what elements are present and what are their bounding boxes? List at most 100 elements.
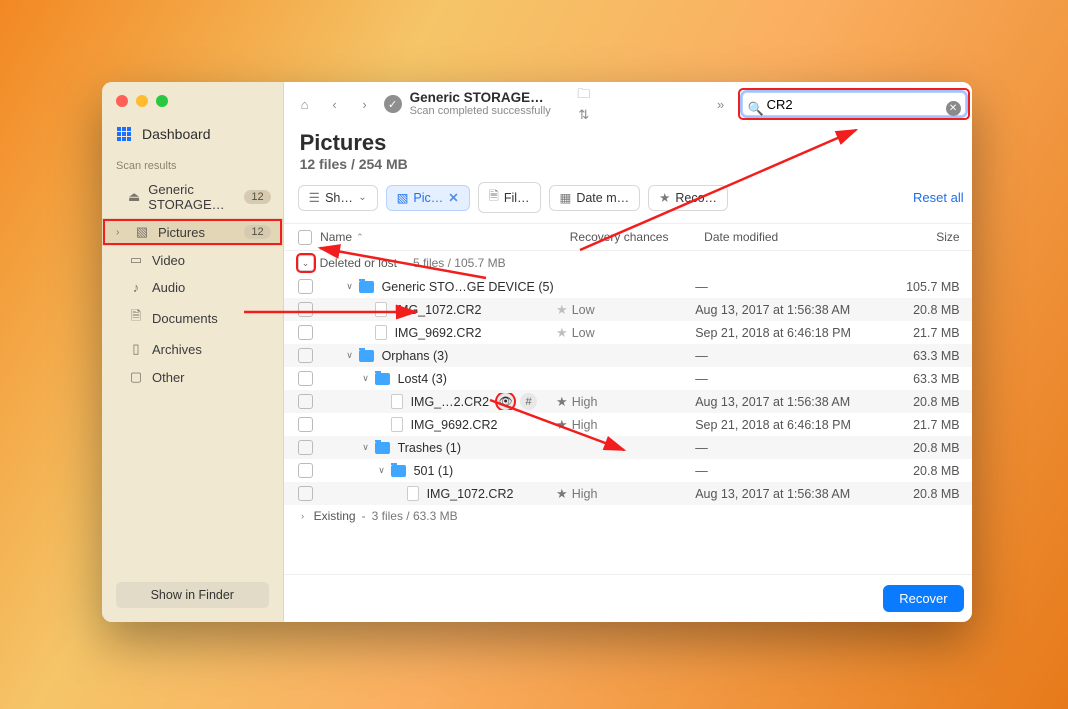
group-expand-toggle[interactable]: ⌄ xyxy=(298,255,314,271)
select-all-checkbox[interactable] xyxy=(298,230,312,245)
table-row[interactable]: ∨501 (1)—20.8 MB xyxy=(284,459,972,482)
group-existing-meta: 3 files / 63.3 MB xyxy=(372,509,458,523)
pictures-badge: 12 xyxy=(244,225,270,239)
row-checkbox[interactable] xyxy=(298,302,313,317)
table-row[interactable]: ∨Generic STO…GE DEVICE (5)—105.7 MB xyxy=(284,275,972,298)
filter-pictures-chip[interactable]: ▧ Pic… ✕ xyxy=(386,185,470,211)
row-checkbox[interactable] xyxy=(298,440,313,455)
row-size: 20.8 MB xyxy=(884,395,964,409)
sidebar-section-label: Scan results xyxy=(102,154,283,176)
table-row[interactable]: IMG_9692.CR2★LowSep 21, 2018 at 6:46:18 … xyxy=(284,321,972,344)
remove-filter-icon[interactable]: ✕ xyxy=(448,190,458,205)
sidebar-item-pictures[interactable]: › ▧ Pictures 12 xyxy=(102,218,283,246)
row-name: IMG_9692.CR2 xyxy=(411,418,498,432)
preview-icon[interactable]: 👁 xyxy=(497,393,514,410)
group-deleted-row[interactable]: ⌄ Deleted or lost - 5 files / 105.7 MB xyxy=(284,251,972,275)
file-icon xyxy=(375,302,387,317)
sidebar-item-audio[interactable]: ♪ Audio xyxy=(102,274,283,301)
filter-recovery-button[interactable]: ★ Reco… xyxy=(648,185,728,211)
file-icon xyxy=(391,417,403,432)
search-annotation-box: 🔍 ✕ xyxy=(740,90,968,118)
row-name: Lost4 (3) xyxy=(398,372,447,386)
row-recovery: ★High xyxy=(556,394,695,410)
table-row[interactable]: ∨Orphans (3)—63.3 MB xyxy=(284,344,972,367)
chevron-right-icon: › xyxy=(298,511,308,521)
close-window-button[interactable] xyxy=(116,95,128,107)
row-checkbox[interactable] xyxy=(298,394,313,409)
toolbar-subtitle: Scan completed successfully xyxy=(410,105,551,118)
sidebar-item-documents[interactable]: 🗎 Documents xyxy=(102,301,283,335)
table-row[interactable]: IMG_1072.CR2★HighAug 13, 2017 at 1:56:38… xyxy=(284,482,972,505)
row-size: 63.3 MB xyxy=(884,372,964,386)
page-subtitle: 12 files / 254 MB xyxy=(300,156,962,172)
column-size[interactable]: Size xyxy=(887,230,964,244)
group-deleted-name: Deleted or lost xyxy=(320,256,397,270)
show-in-finder-button[interactable]: Show in Finder xyxy=(116,582,269,608)
filter-reco-label: Reco… xyxy=(675,191,717,205)
search-box: 🔍 ✕ xyxy=(742,97,966,112)
chevron-down-icon[interactable]: ∨ xyxy=(345,350,355,361)
search-input[interactable] xyxy=(742,92,966,116)
sliders-icon: ☰ xyxy=(309,190,320,205)
row-checkbox[interactable] xyxy=(298,348,313,363)
row-checkbox[interactable] xyxy=(298,279,313,294)
row-checkbox[interactable] xyxy=(298,463,313,478)
table-row[interactable]: IMG_9692.CR2★HighSep 21, 2018 at 6:46:18… xyxy=(284,413,972,436)
row-size: 21.7 MB xyxy=(884,418,964,432)
row-name: IMG_9692.CR2 xyxy=(395,326,482,340)
storage-badge: 12 xyxy=(244,190,270,204)
folder-icon xyxy=(359,350,374,362)
image-icon: ▧ xyxy=(134,224,150,240)
row-checkbox[interactable] xyxy=(298,417,313,432)
file-icon xyxy=(407,486,419,501)
sidebar-item-other[interactable]: ▢ Other xyxy=(102,363,283,391)
video-icon: ▭ xyxy=(128,252,144,268)
filter-show-button[interactable]: ☰ Sh… ⌄ xyxy=(298,185,378,211)
chevron-down-icon[interactable]: ∨ xyxy=(361,373,371,384)
archives-label: Archives xyxy=(152,342,202,357)
hex-icon[interactable]: # xyxy=(520,393,537,410)
table-row[interactable]: ∨Trashes (1)—20.8 MB xyxy=(284,436,972,459)
sidebar-item-archives[interactable]: ▯ Archives xyxy=(102,335,283,363)
row-checkbox[interactable] xyxy=(298,371,313,386)
window-controls xyxy=(102,82,283,120)
row-date: Sep 21, 2018 at 6:46:18 PM xyxy=(695,418,884,432)
grid-icon xyxy=(116,126,132,142)
table-row[interactable]: IMG_…2.CR2👁#★HighAug 13, 2017 at 1:56:38… xyxy=(284,390,972,413)
sort-asc-icon: ⌃ xyxy=(356,232,364,243)
filter-bar: ☰ Sh… ⌄ ▧ Pic… ✕ 🗎 Fil… ▦ Date m… ★ Reco… xyxy=(284,182,972,223)
sidebar: Dashboard Scan results ⏏ Generic STORAGE… xyxy=(102,82,284,622)
filter-date-button[interactable]: ▦ Date m… xyxy=(549,185,641,211)
minimize-window-button[interactable] xyxy=(136,95,148,107)
reset-all-link[interactable]: Reset all xyxy=(913,190,964,205)
row-date: — xyxy=(695,280,884,294)
forward-icon[interactable]: › xyxy=(354,97,376,112)
table-row[interactable]: IMG_1072.CR2★LowAug 13, 2017 at 1:56:38 … xyxy=(284,298,972,321)
sidebar-item-video[interactable]: ▭ Video xyxy=(102,246,283,274)
video-label: Video xyxy=(152,253,185,268)
row-checkbox[interactable] xyxy=(298,325,313,340)
chevron-down-icon[interactable]: ∨ xyxy=(345,281,355,292)
sidebar-item-storage[interactable]: ⏏ Generic STORAGE… 12 xyxy=(102,176,283,218)
column-name[interactable]: Name ⌃ xyxy=(320,230,570,244)
sidebar-item-dashboard[interactable]: Dashboard xyxy=(102,120,283,154)
row-date: Aug 13, 2017 at 1:56:38 AM xyxy=(695,303,884,317)
chevron-right-icon: › xyxy=(116,227,126,238)
group-existing-row[interactable]: › Existing - 3 files / 63.3 MB xyxy=(284,505,972,527)
row-checkbox[interactable] xyxy=(298,486,313,501)
chevron-down-icon[interactable]: ∨ xyxy=(361,442,371,453)
more-icon[interactable]: » xyxy=(710,97,732,112)
clear-search-icon[interactable]: ✕ xyxy=(946,101,961,116)
column-recovery[interactable]: Recovery chances xyxy=(570,230,704,244)
row-date: Aug 13, 2017 at 1:56:38 AM xyxy=(695,395,884,409)
table-row[interactable]: ∨Lost4 (3)—63.3 MB xyxy=(284,367,972,390)
column-date[interactable]: Date modified xyxy=(704,230,886,244)
chevron-down-icon[interactable]: ∨ xyxy=(377,465,387,476)
recover-button[interactable]: Recover xyxy=(883,585,963,612)
home-icon[interactable]: ⌂ xyxy=(294,97,316,112)
back-icon[interactable]: ‹ xyxy=(324,97,346,112)
maximize-window-button[interactable] xyxy=(156,95,168,107)
star-icon: ★ xyxy=(659,190,670,205)
folder-toggle-icon[interactable]: 🗀 ⇅ xyxy=(573,85,595,123)
filter-file-button[interactable]: 🗎 Fil… xyxy=(478,182,541,213)
